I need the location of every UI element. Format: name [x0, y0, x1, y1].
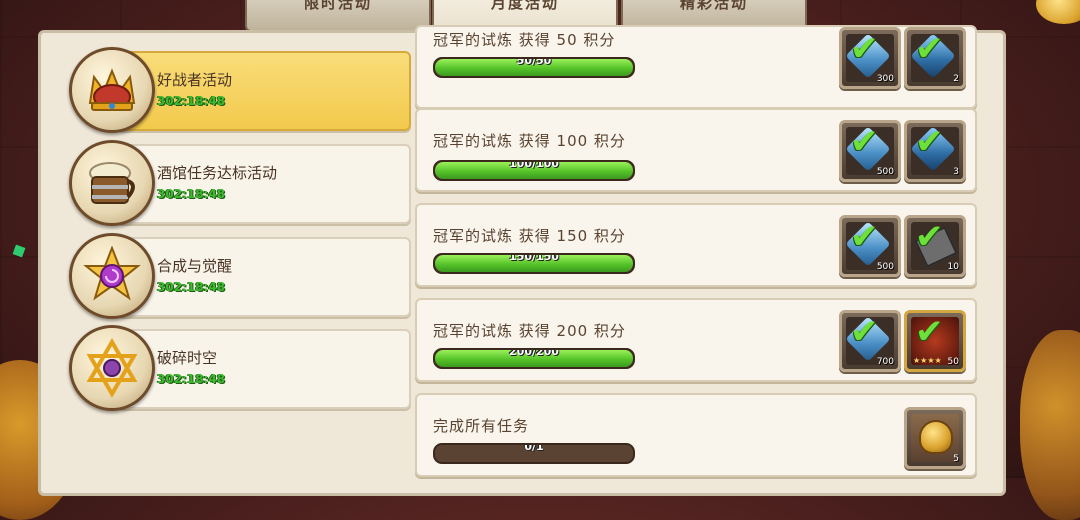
reward-count: 500	[876, 262, 894, 272]
reward-slot[interactable]: ✔ 500	[839, 120, 901, 182]
countdown-timer: 302:18:48	[157, 372, 226, 386]
sidebar-item-warmonger[interactable]: 好战者活动 302:18:48	[69, 47, 413, 133]
sidebar-card[interactable]	[117, 51, 411, 131]
autumn-tree-right	[1020, 330, 1080, 520]
reward-count: 300	[876, 74, 894, 84]
progress-bar: 50/50	[433, 57, 635, 78]
check-icon: ✔	[850, 312, 879, 352]
check-icon: ✔	[850, 217, 879, 257]
check-icon: ✔	[915, 312, 944, 352]
countdown-timer: 302:18:48	[157, 280, 226, 294]
reward-count: 50	[947, 357, 959, 367]
tab-limited-events[interactable]: 限时活动	[245, 0, 431, 32]
crown-icon	[69, 47, 155, 133]
hexagram-icon	[69, 325, 155, 411]
task-title: 冠军的试炼 获得 100 积分	[433, 132, 626, 150]
tab-label: 月度活动	[490, 0, 559, 12]
sidebar-item-shattered-time[interactable]: 破碎时空 302:18:48	[69, 325, 413, 411]
progress-text: 150/150	[509, 253, 559, 263]
reward-slot[interactable]: ✔ 700	[839, 310, 901, 372]
countdown-timer: 302:18:48	[157, 94, 226, 108]
reward-count: 5	[953, 454, 959, 464]
sidebar-item-merge-awaken[interactable]: 合成与觉醒 302:18:48	[69, 233, 413, 319]
events-panel: 好战者活动 302:18:48 酒馆任务达标活动 302:18:48 合成与觉醒	[38, 25, 1006, 496]
reward-slot[interactable]: ✔ 300	[839, 27, 901, 89]
sidebar-item-tavern-tasks[interactable]: 酒馆任务达标活动 302:18:48	[69, 140, 413, 226]
progress-bar: 0/1	[433, 443, 635, 464]
progress-text: 50/50	[516, 57, 552, 67]
tab-label: 精彩活动	[679, 0, 748, 12]
reward-count: 500	[876, 167, 894, 177]
reward-slot[interactable]: 5	[904, 407, 966, 469]
reward-slot[interactable]: ✔ 3	[904, 120, 966, 182]
progress-text: 100/100	[509, 160, 559, 170]
progress-bar: 100/100	[433, 160, 635, 181]
reward-slot[interactable]: ★★★★ ✔ 50	[904, 310, 966, 372]
sidebar-item-label: 酒馆任务达标活动	[157, 164, 278, 182]
reward-count: 700	[876, 357, 894, 367]
task-row: 冠军的试炼 获得 50 积分 50/50 ✔ 300 ✔ 2	[415, 25, 977, 109]
tab-label: 限时活动	[303, 0, 372, 12]
task-title: 冠军的试炼 获得 200 积分	[433, 322, 626, 340]
beer-mug-icon	[69, 140, 155, 226]
check-icon: ✔	[850, 122, 879, 162]
task-title: 冠军的试炼 获得 150 积分	[433, 227, 626, 245]
check-icon: ✔	[915, 217, 944, 257]
sidebar-item-label: 好战者活动	[157, 71, 233, 89]
sidebar-card[interactable]	[117, 329, 411, 409]
task-title: 完成所有任务	[433, 417, 530, 435]
golden-bell-icon	[919, 420, 953, 454]
star-rating-icon: ★★★★	[913, 356, 942, 365]
progress-bar: 150/150	[433, 253, 635, 274]
star-emblem-icon	[69, 233, 155, 319]
task-title: 冠军的试炼 获得 50 积分	[433, 31, 616, 49]
task-row: 完成所有任务 0/1 5	[415, 393, 977, 477]
check-icon: ✔	[915, 29, 944, 69]
reward-slot[interactable]: ✔ 10	[904, 215, 966, 277]
task-row: 冠军的试炼 获得 100 积分 100/100 ✔ 500 ✔ 3	[415, 108, 977, 192]
sidebar-item-label: 破碎时空	[157, 349, 218, 367]
reward-count: 10	[947, 262, 959, 272]
reward-count: 3	[953, 167, 959, 177]
progress-text: 200/200	[509, 348, 559, 358]
reward-slot[interactable]: ✔ 2	[904, 27, 966, 89]
task-row: 冠军的试炼 获得 200 积分 200/200 ✔ 700 ★★★★ ✔ 50	[415, 298, 977, 382]
sidebar-item-label: 合成与觉醒	[157, 257, 233, 275]
check-icon: ✔	[915, 122, 944, 162]
progress-text: 0/1	[524, 443, 544, 453]
sidebar-card[interactable]	[117, 237, 411, 317]
task-row: 冠军的试炼 获得 150 积分 150/150 ✔ 500 ✔ 10	[415, 203, 977, 287]
countdown-timer: 302:18:48	[157, 187, 226, 201]
reward-slot[interactable]: ✔ 500	[839, 215, 901, 277]
sidebar-card[interactable]	[117, 144, 411, 224]
reward-count: 2	[953, 74, 959, 84]
check-icon: ✔	[850, 29, 879, 69]
progress-bar: 200/200	[433, 348, 635, 369]
